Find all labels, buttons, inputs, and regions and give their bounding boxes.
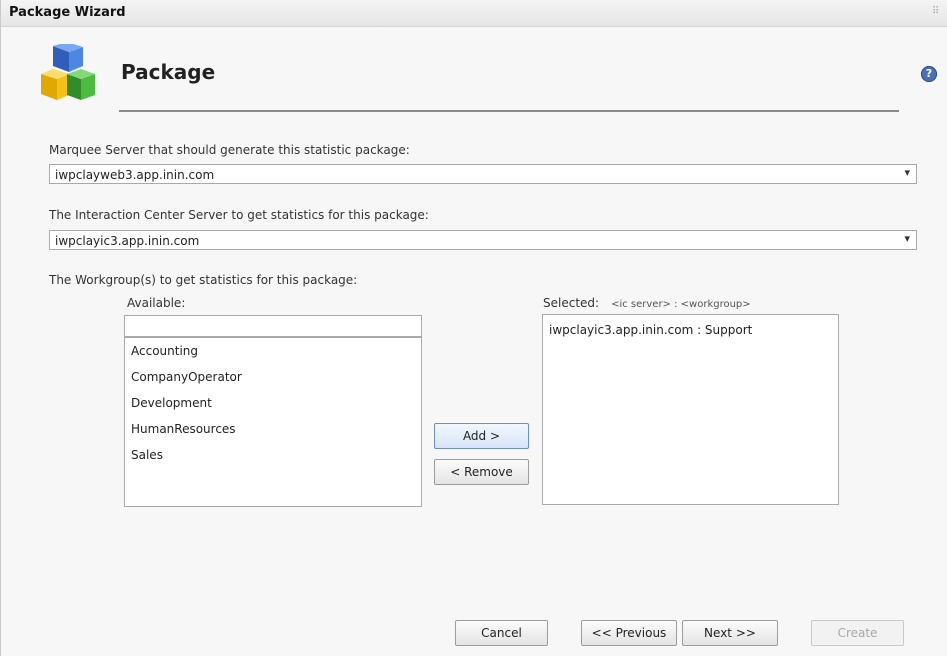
create-button: Create bbox=[811, 620, 904, 646]
marquee-server-value: iwpclayweb3.app.inin.com bbox=[55, 168, 215, 182]
window-title: Package Wizard bbox=[9, 5, 126, 20]
ic-server-dropdown[interactable]: iwpclayic3.app.inin.com ▾ bbox=[49, 230, 917, 250]
chevron-down-icon: ▾ bbox=[904, 232, 910, 245]
selected-label-text: Selected: bbox=[543, 296, 600, 310]
list-item[interactable]: Accounting bbox=[125, 338, 421, 364]
heading-divider bbox=[119, 110, 899, 112]
ic-server-label: The Interaction Center Server to get sta… bbox=[49, 208, 429, 222]
selected-format-hint: <ic server> : <workgroup> bbox=[611, 299, 751, 310]
marquee-server-dropdown[interactable]: iwpclayweb3.app.inin.com ▾ bbox=[49, 164, 917, 184]
available-workgroups-list[interactable]: Accounting CompanyOperator Development Huma… bbox=[124, 337, 422, 507]
add-button[interactable]: Add > bbox=[434, 423, 529, 449]
ic-server-value: iwpclayic3.app.inin.com bbox=[55, 234, 200, 248]
title-bar: Package Wizard ⠿ bbox=[1, 0, 947, 27]
previous-button[interactable]: << Previous bbox=[581, 620, 677, 646]
selected-label: Selected: <ic server> : <workgroup> bbox=[543, 296, 751, 310]
marquee-server-label: Marquee Server that should generate this… bbox=[49, 143, 410, 157]
list-item[interactable]: Development bbox=[125, 390, 421, 416]
list-item[interactable]: Sales bbox=[125, 442, 421, 468]
cancel-button[interactable]: Cancel bbox=[455, 620, 548, 646]
list-item[interactable]: CompanyOperator bbox=[125, 364, 421, 390]
list-item[interactable]: HumanResources bbox=[125, 416, 421, 442]
available-label: Available: bbox=[127, 296, 186, 310]
next-button[interactable]: Next >> bbox=[682, 620, 778, 646]
package-cubes-icon bbox=[41, 44, 95, 100]
selected-workgroups-list[interactable]: iwpclayic3.app.inin.com : Support bbox=[542, 314, 839, 505]
help-icon[interactable]: ? bbox=[921, 66, 937, 82]
resize-grip-icon[interactable]: ⠿ bbox=[932, 7, 942, 17]
list-item[interactable]: iwpclayic3.app.inin.com : Support bbox=[543, 317, 838, 343]
available-filter-input[interactable] bbox=[124, 315, 422, 337]
remove-button[interactable]: < Remove bbox=[434, 459, 529, 485]
page-heading: Package bbox=[121, 60, 216, 84]
chevron-down-icon: ▾ bbox=[904, 166, 910, 179]
package-wizard-window: Package Wizard ⠿ Package ? Marquee Serve… bbox=[0, 0, 947, 656]
workgroups-label: The Workgroup(s) to get statistics for t… bbox=[49, 273, 358, 287]
